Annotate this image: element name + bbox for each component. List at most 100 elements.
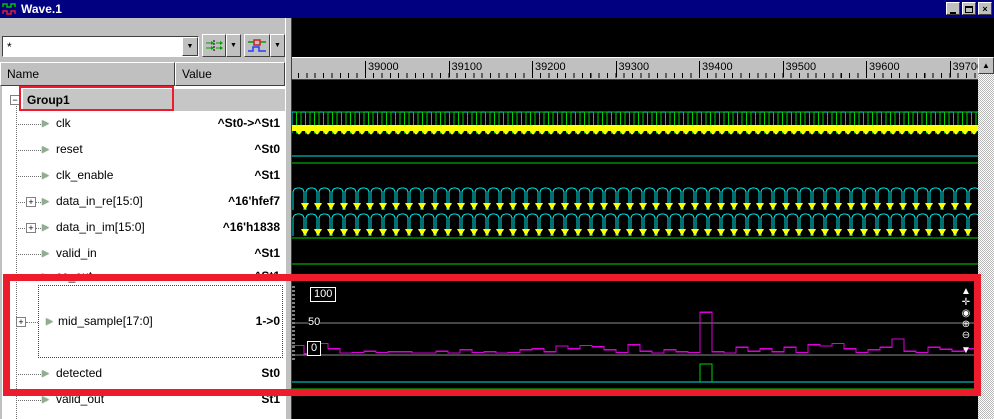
signal-name[interactable]: valid_in [56,246,97,260]
signal-value: ^St1 [254,168,280,182]
signal-filter-input[interactable] [3,37,182,56]
signal-port-icon: ▶ [42,118,49,129]
signal-value: ^St0->^St1 [218,116,280,130]
signal-name[interactable]: ce_out [56,269,92,283]
signal-name[interactable]: data_in_re[15:0] [56,194,143,208]
tree-connector [16,254,41,255]
analog-move-icon[interactable]: ✛ [962,297,970,308]
signal-value: ^16'h1838 [223,220,280,234]
timeline-tick-label: 39500 [783,61,817,77]
signal-port-icon: ▶ [42,170,49,181]
expand-plus-box[interactable]: + [16,317,26,327]
signal-display-dropdown-icon[interactable]: ▼ [270,34,285,57]
signal-row-reset[interactable]: ▶reset^St0 [0,137,285,163]
signal-name[interactable]: mid_sample[17:0] [58,314,153,328]
signal-value: ^16'hfef7 [228,194,280,208]
tree-connector [36,228,41,229]
maximize-icon [965,6,973,13]
signal-row-valid-in[interactable]: ▶ valid_in ^St1 [0,241,285,267]
signal-port-icon: ▶ [42,248,49,259]
signal-name[interactable]: reset [56,142,83,156]
signal-row-valid-out[interactable]: ▶ valid_out St1 [0,387,285,413]
signal-display-button[interactable] [244,34,270,57]
signal-row-mid-sample170[interactable]: + ▶ mid_sample[17:0] 1->0 [0,283,285,361]
expand-plus-box[interactable]: + [26,223,36,233]
analog-zoom-out-icon[interactable]: ⊖ [962,330,970,341]
analog-zoom-full-icon[interactable]: ◉ [962,308,971,319]
filter-dropdown-arrow-icon[interactable]: ▼ [182,37,198,56]
tree-connector [16,150,41,151]
tree-connector [16,400,41,401]
signal-row-data-in-re150[interactable]: + ▶ data_in_re[15:0] ^16'hfef7 [0,189,285,215]
signal-name[interactable]: clk_enable [56,168,113,182]
goto-transition-dropdown-icon[interactable]: ▼ [226,34,241,57]
analog-ruler-ticks [292,287,295,359]
analog-pan-up-icon[interactable]: ▲ [961,286,971,297]
signal-value: 1->0 [256,314,280,328]
wave-data-in-im-markers [301,229,972,236]
toolbar: ▼ ▼ [0,18,285,62]
signal-row-detected[interactable]: ▶detectedSt0 [0,361,285,387]
signal-value: ^St1 [254,246,280,260]
timeline-tick-label: 39200 [532,61,566,77]
signal-panel: ▼ ▼ [0,18,285,419]
signal-value: ^St1 [254,269,280,283]
signal-name[interactable]: clk [56,116,71,130]
wave-mid-sample-analog [292,312,976,354]
signal-name[interactable]: detected [56,366,102,380]
signal-port-icon: ▶ [42,144,49,155]
name-column-header[interactable]: Name [0,62,175,86]
wave-data-in-re-markers [301,203,972,210]
toolbar-group-signalview: ▼ [244,34,285,57]
timeline-tick-label: 39100 [449,61,483,77]
signal-row-clk-enable[interactable]: ▶ clk_enable ^St1 [0,163,285,189]
scrollbar-track[interactable] [978,74,994,419]
tree-connector [16,124,41,125]
window-title: Wave.1 [21,2,62,16]
tree-connector [16,374,41,375]
wave-window: Wave.1 × ▼ ▼ [0,0,994,419]
value-column-header[interactable]: Value [175,62,285,86]
signal-row-data-in-im150[interactable]: + ▶ data_in_im[15:0] ^16'h1838 [0,215,285,241]
analog-scale-0: 0 [307,341,321,356]
timeline-ruler[interactable]: 3900039100392003930039400395003960039700 [292,57,978,80]
signal-port-icon: ▶ [46,316,53,327]
timeline-tick-label: 39600 [866,61,900,77]
analog-scale-100: 100 [310,287,336,302]
minimize-button[interactable] [946,2,960,15]
signal-port-icon: ▶ [42,368,49,379]
analog-zoom-in-icon[interactable]: ⊕ [962,319,970,330]
signal-name[interactable]: data_in_im[15:0] [56,220,145,234]
goto-transition-button[interactable] [202,34,226,57]
signal-port-icon: ▶ [42,394,49,405]
vertical-scrollbar: ▲ [978,18,994,419]
tree-connector [16,277,41,278]
timeline-tick-label: 39400 [699,61,733,77]
group-label: Group1 [27,93,70,107]
signal-port-icon: ▶ [42,271,49,282]
signal-filter-combo: ▼ [2,36,199,57]
signal-port-icon: ▶ [42,222,49,233]
panel-splitter[interactable] [285,18,292,419]
analog-scale-50: 50 [308,316,320,328]
tree-connector [36,202,41,203]
signal-row-clk[interactable]: ▶ clk ^St0->^St1 [0,111,285,137]
wave-clk-yellow-marks [296,131,977,135]
wave-detected-pulse [700,364,712,382]
timeline-tick-label: 39700 [950,61,979,77]
signal-display-icon [247,39,267,53]
signal-port-icon: ▶ [42,196,49,207]
title-bar: Wave.1 × [0,0,994,18]
expand-plus-box[interactable]: + [26,197,36,207]
scrollbar-top-spacer [978,18,994,57]
wave-clk-yellow-band [292,125,978,131]
signal-value: St1 [261,392,280,406]
close-button[interactable]: × [978,2,992,15]
analog-controls: ▲✛◉⊕⊖ ▼ [961,286,971,356]
scroll-up-button[interactable]: ▲ [978,57,994,74]
group-collapse-box[interactable]: − [10,95,20,105]
maximize-button[interactable] [962,2,976,15]
signal-name[interactable]: valid_out [56,392,104,406]
tree-connector [16,176,41,177]
analog-pan-down-icon[interactable]: ▼ [961,345,971,356]
